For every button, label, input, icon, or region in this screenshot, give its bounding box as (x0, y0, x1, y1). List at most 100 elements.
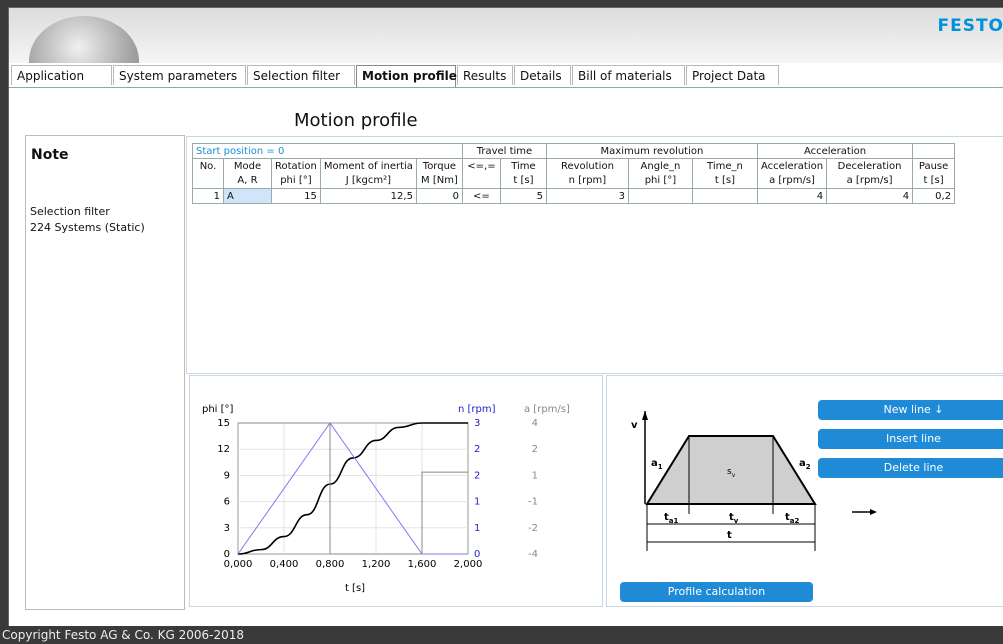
unit-cell: a [rpm/s] (756, 173, 828, 189)
note-line-2: 224 Systems (Static) (30, 221, 145, 234)
cell-no[interactable]: 1 (192, 188, 224, 204)
page-title: Motion profile (294, 110, 418, 131)
tab-results[interactable]: Results (457, 65, 513, 85)
unit-cell (461, 173, 501, 189)
motion-chart-panel: phi [°] n [rpm] a [rpm/s] 0,000 0,400 0,80… (189, 375, 603, 607)
unit-cell: A, R (223, 173, 272, 189)
a2-letter: a (799, 458, 806, 469)
phi-axis-unit: phi [°] (202, 404, 234, 415)
unit-cell (192, 173, 224, 189)
phi-tick-label: 3 (224, 523, 230, 534)
a-tick-label: -1 (528, 497, 538, 508)
header-cell: Time_n (691, 158, 758, 174)
delete-line-button[interactable]: Delete line (818, 458, 1003, 478)
phi-tick-label: 6 (224, 497, 230, 508)
header-cell: Angle_n (627, 158, 693, 174)
cell-mode[interactable]: A (223, 188, 272, 204)
new-line-button[interactable]: New line ↓ (818, 400, 1003, 420)
t-label: t (727, 530, 732, 541)
t-axis-arrow-icon (852, 509, 877, 515)
unit-cell: t [s] (499, 173, 547, 189)
group-empty (912, 143, 956, 159)
header-cell: Acceleration (756, 158, 828, 174)
n-tick-label: 1 (474, 523, 480, 534)
sv-subscript: v (732, 472, 736, 479)
cell-comparison[interactable]: <= (461, 188, 501, 204)
header-cell: Deceleration (826, 158, 914, 174)
cell-revolution[interactable]: 3 (545, 188, 629, 204)
tv-subscript: v (734, 517, 739, 525)
note-panel: Note Selection filter 224 Systems (Stati… (25, 135, 185, 610)
header-cell: Moment of inertia (319, 158, 417, 174)
group-acceleration: Acceleration (756, 143, 914, 159)
note-title: Note (31, 147, 69, 163)
header-cell: Revolution (545, 158, 629, 174)
cell-time[interactable]: 5 (499, 188, 547, 204)
trapezoid-diagram: v a1 a2 sv ta1 tv ta2 t (631, 411, 817, 551)
header-cell: Rotation (271, 158, 321, 174)
ta1-label: ta1 (664, 512, 679, 525)
a1-letter: a (651, 458, 658, 469)
tab-application[interactable]: Application (11, 65, 112, 85)
cell-rotation[interactable]: 15 (271, 188, 321, 204)
motion-chart: phi [°] n [rpm] a [rpm/s] 0,000 0,400 0,80… (202, 404, 570, 594)
x-tick-label: 2,000 (454, 559, 483, 570)
unit-cell: t [s] (691, 173, 758, 189)
motion-profile-grid: Start position = 0 Travel time Maximum r… (186, 136, 1003, 374)
header-cell: Mode (223, 158, 272, 174)
unit-cell: n [rpm] (545, 173, 629, 189)
ta2-subscript: a2 (790, 517, 800, 525)
brand-logo: FESTO (937, 16, 1003, 36)
globe-logo (29, 16, 139, 63)
cell-deceleration[interactable]: 4 (826, 188, 914, 204)
cell-pause[interactable]: 0,2 (912, 188, 956, 204)
unit-cell: a [rpm/s] (826, 173, 914, 189)
x-tick-label: 0,800 (316, 559, 345, 570)
profile-panel: v a1 a2 sv ta1 tv ta2 t New line ↓ Inser… (606, 375, 1003, 607)
a2-subscript: 2 (806, 463, 811, 471)
group-max-revolution: Maximum revolution (545, 143, 758, 159)
tab-details[interactable]: Details (514, 65, 571, 85)
a-tick-label: -2 (528, 523, 538, 534)
unit-cell: phi [°] (271, 173, 321, 189)
tab-bill-of-materials[interactable]: Bill of materials (572, 65, 685, 85)
unit-cell: M [Nm] (415, 173, 463, 189)
cell-inertia[interactable]: 12,5 (319, 188, 417, 204)
cell-time-n[interactable] (691, 188, 758, 204)
header-cell: Torque (415, 158, 463, 174)
profile-calculation-button[interactable]: Profile calculation (620, 582, 813, 602)
unit-cell: J [kgcm²] (319, 173, 417, 189)
cell-angle-n[interactable] (627, 188, 693, 204)
header-cell: Time (499, 158, 547, 174)
a1-label: a1 (651, 458, 663, 471)
phi-tick-label: 0 (224, 549, 230, 560)
a1-subscript: 1 (658, 463, 663, 471)
header-cell: Pause (912, 158, 956, 174)
v-axis-arrow (642, 411, 648, 420)
table-row[interactable]: 1 A 15 12,5 0 <= 5 3 4 4 0,2 (192, 188, 956, 204)
tab-motion-profile[interactable]: Motion profile (356, 65, 457, 87)
ta1-subscript: a1 (669, 517, 679, 525)
ta2-label: ta2 (785, 512, 800, 525)
phi-tick-label: 12 (217, 444, 230, 455)
a-axis-unit: a [rpm/s] (524, 404, 570, 415)
tab-selection-filter[interactable]: Selection filter (247, 65, 355, 85)
copyright-footer: Copyright Festo AG & Co. KG 2006-2018 (0, 626, 1003, 644)
tab-system-parameters[interactable]: System parameters (113, 65, 246, 85)
n-axis-unit: n [rpm] (458, 404, 496, 415)
cell-acceleration[interactable]: 4 (756, 188, 828, 204)
phi-tick-label: 15 (217, 418, 230, 429)
app-window: FESTO Application System parameters Sele… (8, 7, 1003, 628)
a2-label: a2 (799, 458, 811, 471)
insert-line-button[interactable]: Insert line (818, 429, 1003, 449)
start-position-link[interactable]: Start position = 0 (192, 143, 463, 159)
tab-project-data[interactable]: Project Data (686, 65, 779, 85)
unit-cell: t [s] (912, 173, 956, 189)
n-tick-label: 0 (474, 549, 480, 560)
n-tick-label: 3 (474, 418, 480, 429)
plot-frame (237, 422, 469, 555)
header-cell: <=,= (461, 158, 501, 174)
x-tick-label: 0,000 (224, 559, 253, 570)
x-tick-label: 1,600 (408, 559, 437, 570)
cell-torque[interactable]: 0 (415, 188, 463, 204)
